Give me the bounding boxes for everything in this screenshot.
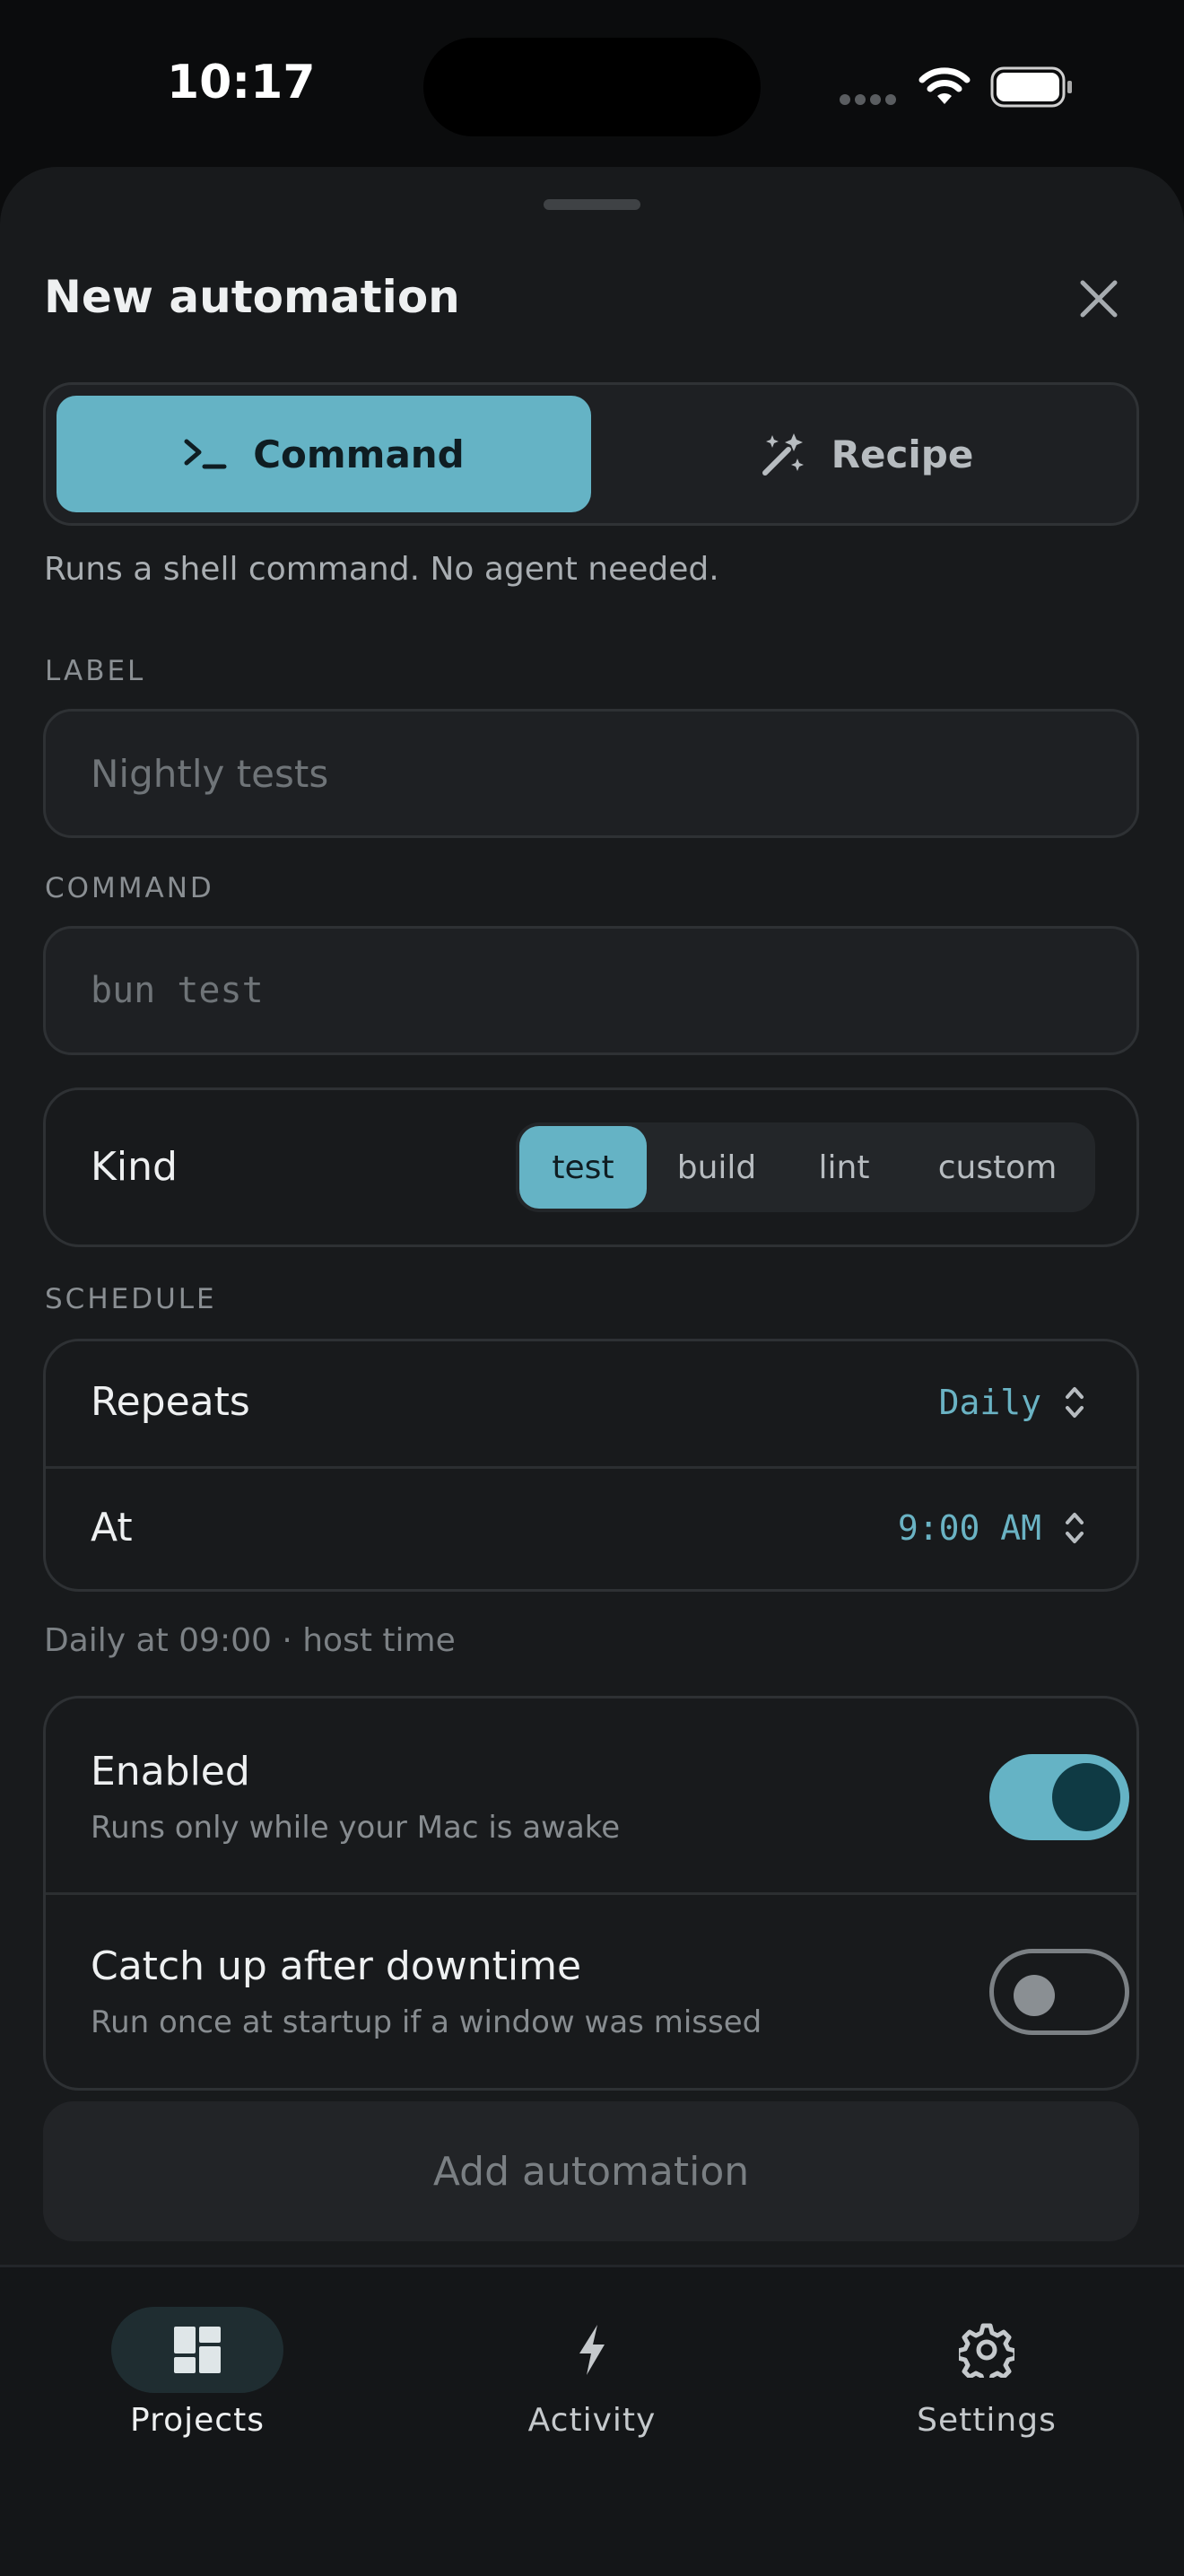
add-automation-button[interactable]: Add automation — [43, 2101, 1139, 2241]
mode-recipe-option[interactable]: Recipe — [605, 396, 1126, 512]
toggle-knob — [1052, 1763, 1120, 1831]
kind-segmented-control: test build lint custom — [516, 1122, 1095, 1212]
label-field — [43, 709, 1139, 838]
tab-settings-label: Settings — [917, 2402, 1057, 2439]
tab-projects[interactable]: Projects — [63, 2307, 332, 2439]
status-time: 10:17 — [167, 56, 316, 109]
at-row[interactable]: At 9:00 AM — [46, 1469, 1136, 1592]
time-picker[interactable]: 9:00 AM — [898, 1508, 1084, 1548]
command-input[interactable] — [89, 969, 1136, 1012]
enabled-row: Enabled Runs only while your Mac is awak… — [46, 1698, 1136, 1892]
close-button[interactable] — [1067, 267, 1130, 330]
close-icon — [1080, 280, 1118, 318]
kind-option-build[interactable]: build — [650, 1126, 783, 1209]
tab-projects-label: Projects — [130, 2402, 265, 2439]
dynamic-island — [423, 38, 761, 136]
tab-bar: Projects Activity Settings — [0, 2265, 1184, 2576]
activity-icon-wrap — [506, 2307, 678, 2393]
grid-icon — [174, 2327, 221, 2373]
wifi-icon — [918, 67, 971, 104]
kind-option-test[interactable]: test — [519, 1126, 647, 1209]
command-section-title: COMMAND — [45, 872, 214, 904]
toggle-knob — [1014, 1975, 1055, 2016]
settings-icon-wrap — [901, 2307, 1073, 2393]
kind-option-custom[interactable]: custom — [905, 1126, 1090, 1209]
catch-up-sublabel: Run once at startup if a window was miss… — [91, 2004, 762, 2040]
kind-card: Kind test build lint custom — [43, 1087, 1139, 1247]
sheet-title: New automation — [44, 271, 460, 323]
label-section-title: LABEL — [45, 655, 146, 687]
battery-icon — [990, 66, 1072, 108]
bolt-icon — [579, 2325, 605, 2375]
command-field — [43, 926, 1139, 1055]
label-input[interactable] — [89, 750, 1136, 797]
repeats-picker[interactable]: Daily — [939, 1383, 1084, 1422]
enabled-label: Enabled — [91, 1749, 250, 1794]
mode-description: Runs a shell command. No agent needed. — [44, 551, 719, 588]
chevron-up-down-icon — [1066, 1513, 1084, 1543]
terminal-icon — [184, 439, 227, 469]
options-card: Enabled Runs only while your Mac is awak… — [43, 1696, 1139, 2091]
cellular-signal-icon — [840, 92, 901, 109]
enabled-toggle[interactable] — [989, 1754, 1129, 1840]
catch-up-row: Catch up after downtime Run once at star… — [46, 1895, 1136, 2091]
time-value: 9:00 AM — [897, 1508, 1041, 1548]
gear-icon — [959, 2323, 1014, 2378]
mode-recipe-label: Recipe — [831, 432, 974, 476]
sheet-grabber[interactable] — [544, 199, 640, 210]
catch-up-label: Catch up after downtime — [91, 1943, 582, 1989]
magic-wand-icon — [762, 433, 804, 476]
kind-label: Kind — [91, 1144, 178, 1190]
mode-command-label: Command — [253, 432, 465, 476]
tab-activity[interactable]: Activity — [457, 2307, 727, 2439]
chevron-up-down-icon — [1066, 1387, 1084, 1418]
schedule-section-title: SCHEDULE — [45, 1283, 217, 1315]
mode-command-option[interactable]: Command — [57, 396, 591, 512]
catch-up-toggle[interactable] — [989, 1949, 1129, 2035]
kind-option-lint[interactable]: lint — [787, 1126, 901, 1209]
schedule-summary: Daily at 09:00 · host time — [44, 1622, 456, 1659]
enabled-sublabel: Runs only while your Mac is awake — [91, 1810, 621, 1846]
tab-activity-label: Activity — [527, 2402, 657, 2439]
at-label: At — [91, 1505, 133, 1550]
mode-segmented-control: Command Recipe — [43, 382, 1139, 526]
repeats-value: Daily — [938, 1383, 1041, 1422]
tab-settings[interactable]: Settings — [852, 2307, 1121, 2439]
repeats-row[interactable]: Repeats Daily — [46, 1341, 1136, 1466]
new-automation-sheet: New automation Command Recipe Runs a she… — [0, 167, 1184, 2573]
repeats-label: Repeats — [91, 1379, 250, 1425]
projects-icon-pill — [111, 2307, 283, 2393]
schedule-card: Repeats Daily At 9:00 AM — [43, 1339, 1139, 1592]
